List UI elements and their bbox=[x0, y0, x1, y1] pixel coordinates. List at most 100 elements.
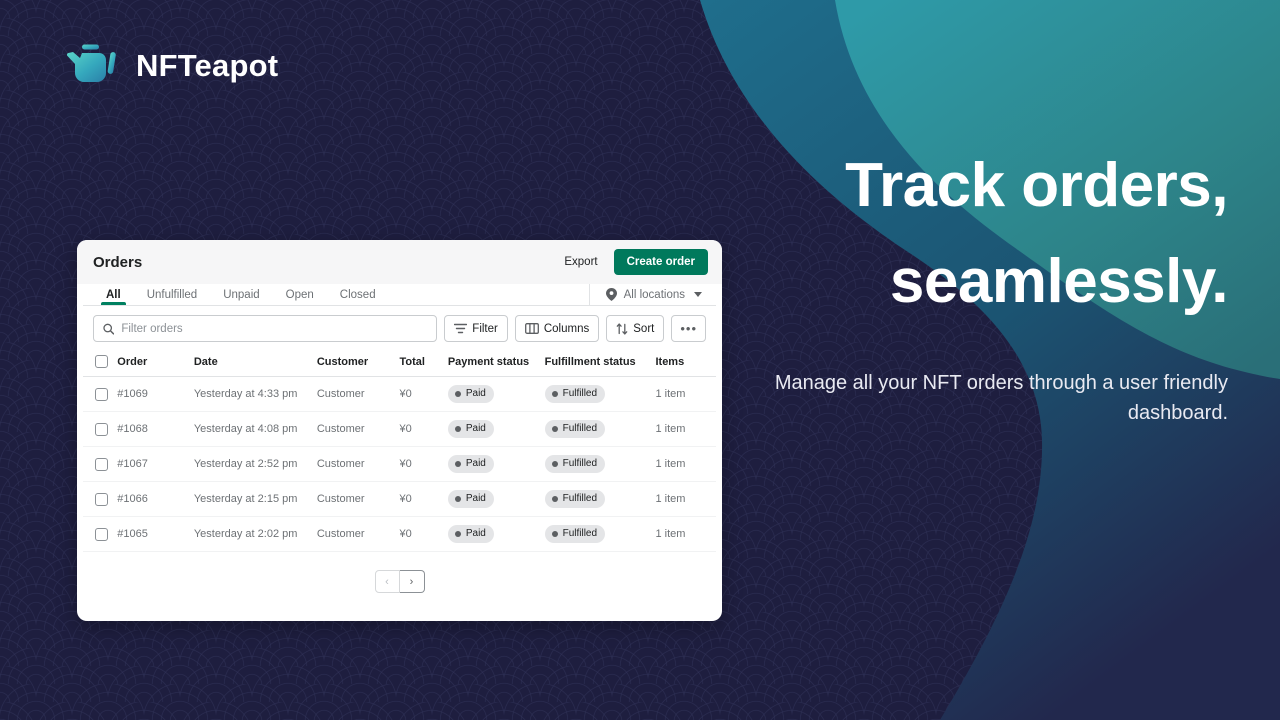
create-order-button[interactable]: Create order bbox=[613, 249, 708, 275]
next-page-button[interactable]: › bbox=[399, 570, 425, 593]
location-pin-icon bbox=[605, 288, 617, 301]
search-icon bbox=[103, 323, 115, 335]
cell-payment-status: Paid bbox=[447, 411, 545, 447]
filter-icon bbox=[454, 323, 468, 334]
row-checkbox[interactable] bbox=[95, 527, 108, 541]
tab-open[interactable]: Open bbox=[273, 284, 327, 305]
teapot-icon bbox=[66, 44, 116, 82]
cell-customer: Customer bbox=[316, 411, 400, 447]
location-filter[interactable]: All locations bbox=[588, 284, 716, 305]
header-actions: Export Create order bbox=[562, 249, 708, 275]
filter-button[interactable]: Filter bbox=[444, 315, 508, 342]
tab-closed[interactable]: Closed bbox=[327, 284, 389, 305]
cell-items: 1 item bbox=[655, 411, 716, 447]
status-badge-label: Fulfilled bbox=[562, 423, 598, 434]
cell-date: Yesterday at 4:08 pm bbox=[193, 411, 317, 447]
status-badge-label: Paid bbox=[465, 493, 486, 504]
row-checkbox[interactable] bbox=[95, 492, 108, 506]
cell-customer: Customer bbox=[316, 516, 400, 552]
cell-customer: Customer bbox=[316, 376, 400, 412]
more-options-button[interactable]: ••• bbox=[671, 315, 706, 342]
tab-unfulfilled[interactable]: Unfulfilled bbox=[134, 284, 211, 305]
filter-toolbar: Filter Columns bbox=[83, 306, 716, 350]
cell-total: ¥0 bbox=[399, 516, 448, 552]
filter-button-label: Filter bbox=[472, 322, 498, 335]
row-select-cell bbox=[83, 411, 118, 447]
column-header-date: Date bbox=[193, 350, 317, 377]
table-head: Order Date Customer Total Payment status… bbox=[83, 350, 716, 377]
cell-fulfillment-status: Fulfilled bbox=[544, 411, 656, 447]
card-body: All Unfulfilled Unpaid Open Closed All l… bbox=[83, 284, 716, 615]
previous-page-button[interactable]: ‹ bbox=[374, 570, 400, 593]
cell-date: Yesterday at 2:02 pm bbox=[193, 516, 317, 552]
cell-fulfillment-status: Fulfilled bbox=[544, 376, 656, 412]
status-badge-label: Fulfilled bbox=[562, 493, 598, 504]
table-row[interactable]: #1065 Yesterday at 2:02 pm Customer ¥0 P… bbox=[83, 516, 716, 552]
subcopy: Manage all your NFT orders through a use… bbox=[774, 372, 1228, 425]
cell-total: ¥0 bbox=[399, 481, 448, 517]
cell-date: Yesterday at 2:52 pm bbox=[193, 446, 317, 482]
pagination-group: ‹ › bbox=[374, 570, 425, 593]
cell-fulfillment-status: Fulfilled bbox=[544, 481, 656, 517]
row-select-cell bbox=[83, 376, 118, 412]
headline: Track orders, seamlessly. bbox=[748, 138, 1228, 330]
table-header-row: Order Date Customer Total Payment status… bbox=[83, 350, 716, 377]
table-row[interactable]: #1068 Yesterday at 4:08 pm Customer ¥0 P… bbox=[83, 411, 716, 447]
search-input[interactable] bbox=[121, 322, 428, 335]
status-badge: Fulfilled bbox=[544, 525, 606, 543]
table-row[interactable]: #1066 Yesterday at 2:15 pm Customer ¥0 P… bbox=[83, 481, 716, 517]
brand-logo: NFTeapot bbox=[66, 42, 278, 90]
table-row[interactable]: #1067 Yesterday at 2:52 pm Customer ¥0 P… bbox=[83, 446, 716, 482]
cell-payment-status: Paid bbox=[447, 481, 545, 517]
select-all-checkbox[interactable] bbox=[95, 355, 108, 368]
status-badge-label: Fulfilled bbox=[562, 388, 598, 399]
status-dot-icon bbox=[551, 391, 558, 397]
headline-line-1: Track orders, bbox=[845, 151, 1228, 220]
row-checkbox[interactable] bbox=[95, 457, 108, 471]
cell-fulfillment-status: Fulfilled bbox=[544, 516, 656, 552]
cell-items: 1 item bbox=[655, 376, 716, 412]
status-tabs: All Unfulfilled Unpaid Open Closed bbox=[83, 284, 589, 305]
cell-order: #1068 bbox=[117, 411, 194, 447]
cell-order: #1065 bbox=[117, 516, 194, 552]
status-badge-label: Paid bbox=[465, 458, 486, 469]
page-title: Orders bbox=[93, 253, 143, 271]
sort-button[interactable]: Sort bbox=[606, 315, 665, 342]
marketing-copy: Track orders, seamlessly. Manage all you… bbox=[748, 138, 1229, 428]
column-header-total: Total bbox=[399, 350, 448, 377]
columns-icon bbox=[524, 323, 539, 334]
search-box[interactable] bbox=[93, 315, 438, 342]
row-checkbox[interactable] bbox=[95, 387, 108, 401]
status-badge: Paid bbox=[447, 420, 494, 438]
export-button[interactable]: Export bbox=[562, 252, 599, 272]
cell-payment-status: Paid bbox=[447, 376, 545, 412]
status-badge-label: Paid bbox=[465, 528, 486, 539]
status-badge: Fulfilled bbox=[544, 385, 606, 403]
status-badge: Paid bbox=[447, 455, 494, 473]
sort-button-label: Sort bbox=[633, 322, 655, 335]
row-select-cell bbox=[83, 446, 118, 482]
tab-unpaid[interactable]: Unpaid bbox=[210, 284, 272, 305]
cell-customer: Customer bbox=[316, 446, 400, 482]
status-dot-icon bbox=[551, 496, 558, 502]
status-badge-label: Fulfilled bbox=[562, 528, 598, 539]
row-checkbox[interactable] bbox=[95, 422, 108, 436]
promo-banner: NFTeapot Track orders, seamlessly. Manag… bbox=[0, 0, 1280, 720]
status-badge: Fulfilled bbox=[544, 490, 606, 508]
orders-table: Order Date Customer Total Payment status… bbox=[83, 350, 716, 552]
status-badge: Paid bbox=[447, 525, 494, 543]
columns-button[interactable]: Columns bbox=[514, 315, 600, 342]
cell-order: #1066 bbox=[117, 481, 194, 517]
status-dot-icon bbox=[454, 461, 461, 467]
columns-button-label: Columns bbox=[543, 322, 590, 335]
status-badge: Fulfilled bbox=[544, 455, 606, 473]
cell-customer: Customer bbox=[316, 481, 400, 517]
status-badge-label: Paid bbox=[465, 423, 486, 434]
table-row[interactable]: #1069 Yesterday at 4:33 pm Customer ¥0 P… bbox=[83, 376, 716, 412]
status-dot-icon bbox=[454, 391, 461, 397]
tab-all[interactable]: All bbox=[93, 284, 134, 305]
location-filter-label: All locations bbox=[623, 288, 685, 301]
status-dot-icon bbox=[551, 426, 558, 432]
table-body: #1069 Yesterday at 4:33 pm Customer ¥0 P… bbox=[83, 376, 716, 552]
select-all-header bbox=[83, 350, 118, 377]
